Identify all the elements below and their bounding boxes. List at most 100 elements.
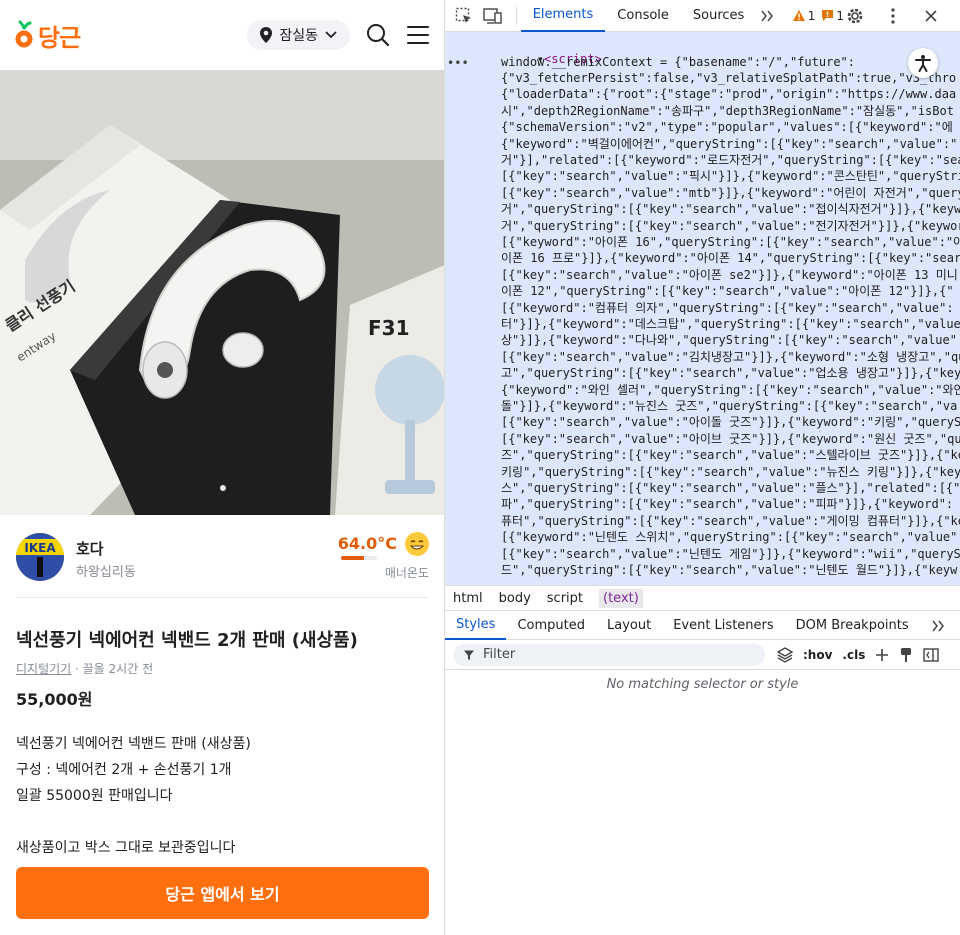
tab-event-listeners[interactable]: Event Listeners xyxy=(662,612,784,640)
code-line: 돌"}]},{"keyword":"뉴진스 굿즈","queryString":… xyxy=(501,398,958,413)
logo-text: 당근 xyxy=(38,23,81,52)
category-link[interactable]: 디지털기기 xyxy=(16,662,71,676)
code-line: 터"}]},{"keyword":"데스크탑","queryString":[{… xyxy=(501,316,960,331)
product-image[interactable]: 클리 선풍기 entway F31 xyxy=(0,70,444,515)
seller-name: 호다 xyxy=(76,540,104,558)
code-line: [{"keyword":"아이폰 16","queryString":[{"ke… xyxy=(501,234,960,249)
node-actions-ellipsis[interactable]: ••• xyxy=(447,56,469,70)
dom-breadcrumb: html body script (text) xyxy=(445,585,960,611)
code-line: 상"}]},{"keyword":"다나와","queryString":[{"… xyxy=(501,333,957,348)
script-tag-line[interactable]: ▾<script> xyxy=(479,35,602,66)
tab-console[interactable]: Console xyxy=(605,0,681,32)
elements-dom-tree[interactable]: ▾<script> ••• window.__remixContext = {"… xyxy=(445,32,960,585)
logo[interactable]: 당근 xyxy=(14,18,81,53)
search-button[interactable] xyxy=(366,23,390,47)
layers-icon[interactable] xyxy=(777,646,793,663)
code-line: 이폰 12","queryString":[{"key":"search","v… xyxy=(501,284,954,299)
manner-temperature-fill xyxy=(341,556,365,560)
device-mode-icon xyxy=(483,7,502,24)
code-line: {"loaderData":{"root":{"stage":"prod","o… xyxy=(501,87,957,102)
breadcrumb-body[interactable]: body xyxy=(499,591,531,606)
tab-styles[interactable]: Styles xyxy=(445,612,507,640)
toggle-sidebar-icon[interactable] xyxy=(923,647,940,662)
breadcrumb-html[interactable]: html xyxy=(453,591,483,606)
ikea-avatar-image: IKEA xyxy=(16,533,64,581)
code-line: {"keyword":"벽걸이에어컨","queryString":[{"key… xyxy=(501,136,958,151)
location-pin-icon xyxy=(260,27,273,43)
gear-icon xyxy=(847,8,863,23)
seller-region: 하왕십리동 xyxy=(76,565,136,580)
issues-count: 1 xyxy=(836,8,844,23)
code-line: 퓨터","queryString":[{"key":"search","valu… xyxy=(501,513,960,528)
code-line: [{"key":"search","value":"아이브 굿즈"}]},{"k… xyxy=(501,431,960,446)
close-devtools-button[interactable] xyxy=(920,5,942,27)
hamburger-menu-icon xyxy=(407,26,429,44)
carrot-logo-icon xyxy=(15,20,33,48)
issues-badge[interactable]: 1 xyxy=(821,9,844,23)
product-title: 넥선풍기 넥에어컨 넥밴드 2개 판매 (새상품) xyxy=(16,630,358,651)
search-icon xyxy=(367,24,390,47)
more-tabs-button[interactable] xyxy=(756,5,777,27)
no-matching-style-message: No matching selector or style xyxy=(606,677,799,692)
code-line: [{"keyword":"컴퓨터 의자","queryString":[{"ke… xyxy=(501,300,954,315)
styles-pane-tabs: Styles Computed Layout Event Listeners D… xyxy=(445,612,960,640)
code-line: window.__remixContext = {"basename":"/",… xyxy=(501,54,856,69)
styles-filter-bar: Filter :hov .cls xyxy=(445,640,960,670)
bump-time: · 끌올 2시간 전 xyxy=(71,662,154,676)
code-line: {"schemaVersion":"v2","type":"popular","… xyxy=(501,120,953,135)
toolbar-divider xyxy=(515,6,517,25)
code-line: 거"}],"related":[{"keyword":"로드자전거","quer… xyxy=(501,152,960,167)
tab-dom-breakpoints[interactable]: DOM Breakpoints xyxy=(785,612,920,640)
settings-button[interactable] xyxy=(844,5,866,27)
more-options-button[interactable] xyxy=(882,5,904,27)
double-chevron-right-icon xyxy=(932,620,944,631)
smile-emoji-icon xyxy=(405,532,429,556)
code-line: 시","depth2RegionName":"송파구","depth3Regio… xyxy=(501,103,954,118)
tab-sources[interactable]: Sources xyxy=(681,0,756,32)
tab-computed[interactable]: Computed xyxy=(506,612,596,640)
code-line: [{"key":"search","value":"아이폰 se2"}]},{"… xyxy=(501,267,958,282)
code-line: {"keyword":"와인 셀러","queryString":[{"key"… xyxy=(501,382,960,397)
seller-avatar: IKEA xyxy=(16,533,64,581)
description-line: 구성 : 넥에어컨 2개 + 손선풍기 1개 xyxy=(16,762,232,778)
class-toggle[interactable]: .cls xyxy=(842,648,865,662)
hover-state-toggle[interactable]: :hov xyxy=(803,648,832,662)
code-line: [{"key":"search","value":"닌텐도 게임"}]},{"k… xyxy=(501,546,960,561)
breadcrumb-script[interactable]: script xyxy=(547,591,583,606)
more-panes-button[interactable] xyxy=(920,612,956,640)
devtools-panel: Elements Console Sources 1 1 ▾<script> •… xyxy=(445,0,960,935)
description-line: 일괄 55000원 판매입니다 xyxy=(16,788,173,804)
breadcrumb-text-node[interactable]: (text) xyxy=(599,588,643,608)
avatar-text: IKEA xyxy=(24,541,56,555)
code-line: [{"key":"search","value":"픽시"}]},{"keywo… xyxy=(501,169,960,184)
product-price: 55,000원 xyxy=(16,690,93,709)
manner-temperature-bar xyxy=(341,556,377,560)
code-line: 드","queryString":[{"key":"search","value… xyxy=(501,562,958,577)
tab-layout[interactable]: Layout xyxy=(596,612,662,640)
paint-brush-icon[interactable] xyxy=(899,647,913,663)
styles-filter-input[interactable]: Filter xyxy=(453,643,765,666)
code-line: [{"key":"search","value":"김치냉장고"}]},{"ke… xyxy=(501,349,960,364)
add-style-rule-icon[interactable] xyxy=(875,648,889,662)
styles-toolbar: :hov .cls xyxy=(777,646,940,663)
issue-flag-icon xyxy=(822,10,834,21)
code-line: 거","queryString":[{"key":"search","value… xyxy=(501,202,960,217)
product-meta: 디지털기기 · 끌올 2시간 전 xyxy=(16,660,153,677)
tab-elements[interactable]: Elements xyxy=(520,0,606,32)
device-toolbar-button[interactable] xyxy=(482,5,503,27)
code-line: 즈","queryString":[{"key":"search","value… xyxy=(501,448,960,463)
accessibility-button[interactable] xyxy=(908,48,938,78)
location-selector[interactable]: 잠실동 xyxy=(247,20,350,50)
warnings-badge[interactable]: 1 xyxy=(792,9,815,23)
code-line: 이폰 16 프로"}]},{"keyword":"아이폰 14","queryS… xyxy=(501,251,960,266)
seller-profile[interactable]: IKEA 호다 하왕십리동 64.0°C 매너온도 xyxy=(16,532,429,598)
accessibility-person-icon xyxy=(915,55,931,72)
toolbar-right xyxy=(844,5,960,27)
warning-icon xyxy=(792,10,805,21)
code-line: 스","queryString":[{"key":"search","value… xyxy=(501,480,960,495)
product-photo-illustration: 클리 선풍기 entway F31 xyxy=(0,70,444,515)
inspect-element-button[interactable] xyxy=(453,5,474,27)
menu-button[interactable] xyxy=(406,23,430,47)
open-in-app-button[interactable]: 당근 앱에서 보기 xyxy=(16,867,429,919)
close-icon xyxy=(925,9,937,22)
